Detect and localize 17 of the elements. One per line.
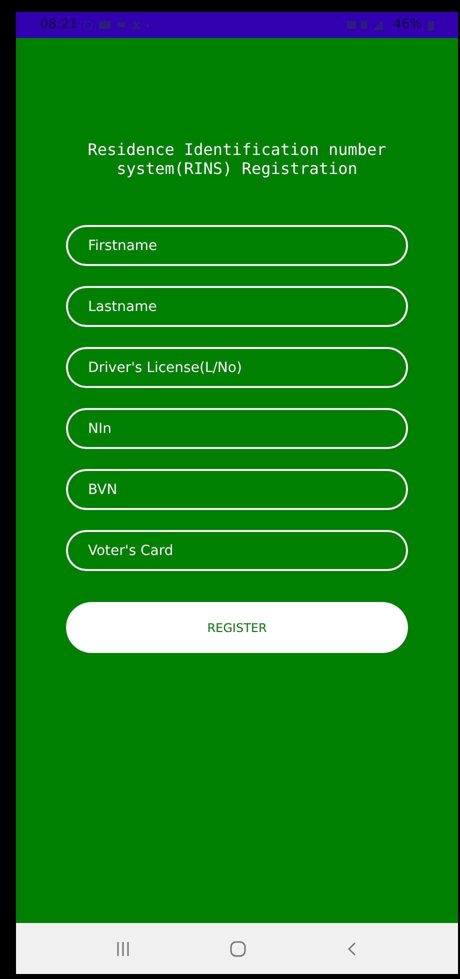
input-field[interactable]: NIn <box>66 408 408 449</box>
dot-icon <box>146 24 150 26</box>
register-button[interactable]: REGISTER <box>66 602 408 653</box>
recent-apps-icon[interactable] <box>116 942 129 956</box>
page-title: Residence Identification number system(RINS) Registration <box>86 140 388 178</box>
circle-icon <box>83 20 94 30</box>
battery-percentage: 46% <box>393 16 422 34</box>
input-field[interactable]: Firstname <box>66 225 408 266</box>
status-time: 08:21 <box>40 16 78 34</box>
input-field[interactable]: Lastname <box>66 286 408 327</box>
home-icon[interactable] <box>230 940 246 956</box>
input-field[interactable]: Driver's License(L/No) <box>66 347 408 388</box>
battery-icon <box>428 20 434 30</box>
input-field[interactable]: BVN <box>66 469 408 510</box>
input-field[interactable]: Voter's Card <box>66 530 408 571</box>
back-icon[interactable] <box>347 940 358 956</box>
video-icon <box>99 21 112 29</box>
